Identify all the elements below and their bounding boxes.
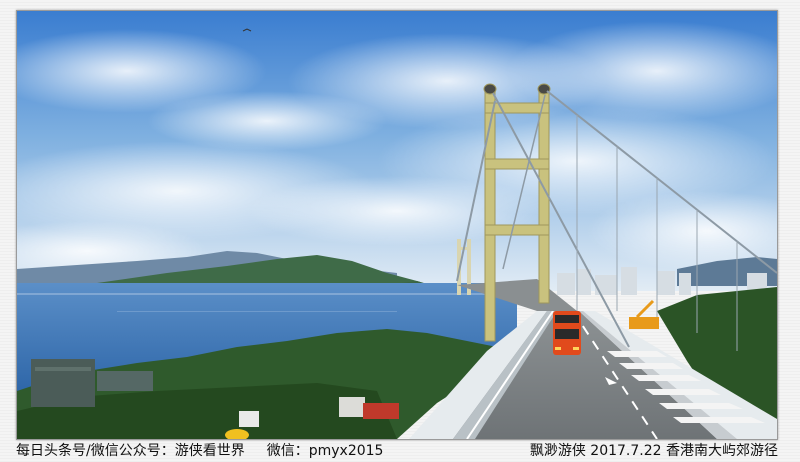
caption-account: 每日头条号/微信公众号：游侠看世界 bbox=[16, 443, 245, 459]
caption-left: 每日头条号/微信公众号：游侠看世界 微信：pmyx2015 bbox=[16, 441, 383, 461]
clouds bbox=[17, 21, 777, 281]
double-decker-bus bbox=[553, 311, 581, 355]
construction-vehicle bbox=[629, 299, 659, 329]
page-frame: 每日头条号/微信公众号：游侠看世界 微信：pmyx2015 飘渺游侠 2017.7… bbox=[0, 0, 800, 462]
caption-right: 飘渺游侠 2017.7.22 香港南大屿郊游径 bbox=[529, 443, 778, 459]
bridge-photo bbox=[16, 10, 778, 440]
caption-wechat: 微信：pmyx2015 bbox=[266, 443, 384, 459]
